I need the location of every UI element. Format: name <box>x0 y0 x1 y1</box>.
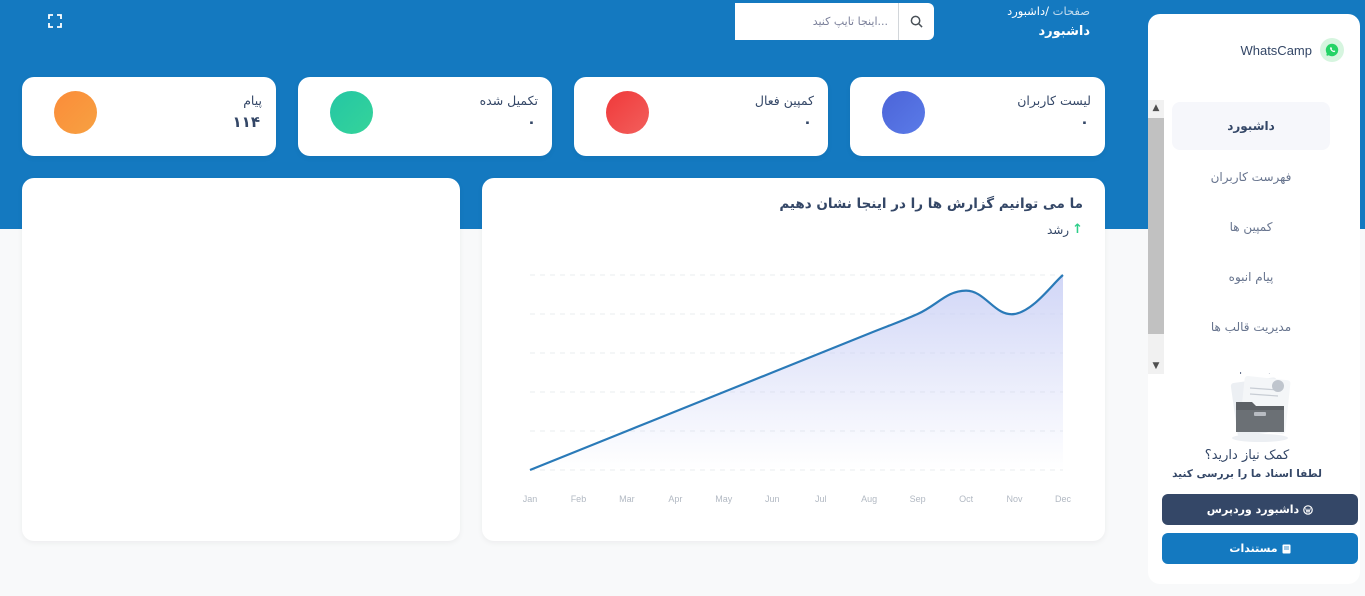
brand[interactable]: WhatsCamp <box>1240 38 1344 62</box>
folder-illustration-icon <box>1230 376 1291 442</box>
x-tick-label: Apr <box>668 494 682 504</box>
chart-card: ما می توانیم گزارش ها را در اینجا نشان د… <box>482 178 1105 541</box>
x-tick-label: Sep <box>910 494 926 504</box>
stat-icon <box>54 91 97 134</box>
fullscreen-icon[interactable] <box>48 14 62 28</box>
sidebar-item-campaigns[interactable]: کمپین ها <box>1172 202 1330 252</box>
documentation-button[interactable]: مستندات <box>1162 533 1358 564</box>
x-tick-label: Nov <box>1007 494 1024 504</box>
sidebar-nav: داشبورد فهرست کاربران کمپین ها پیام انبو… <box>1172 100 1330 374</box>
stat-label: کمپین فعال <box>754 93 814 108</box>
area-fill <box>530 275 1063 470</box>
stat-icon <box>330 91 373 134</box>
sidebar-scrollbar[interactable]: ▲ ▼ <box>1148 100 1164 374</box>
x-tick-label: Jul <box>815 494 827 504</box>
search-icon <box>910 15 923 28</box>
x-tick-label: Mar <box>619 494 635 504</box>
breadcrumb-parent[interactable]: صفحات <box>1053 4 1090 18</box>
stat-card-completed: تکمیل شده ۰ <box>298 77 552 156</box>
brand-name: WhatsCamp <box>1240 42 1312 58</box>
x-tick-label: Feb <box>571 494 587 504</box>
sidebar-item-bulk-message[interactable]: پیام انبوه <box>1172 252 1330 302</box>
wordpress-dashboard-label: داشبورد وردپرس <box>1206 503 1300 516</box>
x-tick-label: Oct <box>959 494 974 504</box>
breadcrumb-separator: / <box>1045 4 1049 18</box>
search-input[interactable] <box>735 3 898 40</box>
whatsapp-icon <box>1320 38 1344 62</box>
breadcrumb: صفحات /داشبورد <box>990 4 1090 18</box>
breadcrumb-current: داشبورد <box>1007 4 1046 18</box>
stat-label: تکمیل شده <box>479 93 538 108</box>
sidebar-item-dashboard[interactable]: داشبورد <box>1172 102 1330 150</box>
search-button[interactable] <box>898 3 934 40</box>
book-icon <box>1282 544 1291 553</box>
wordpress-dashboard-button[interactable]: داشبورد وردپرس <box>1162 494 1358 525</box>
stat-card-users: لیست کاربران ۰ <box>850 77 1105 156</box>
empty-card <box>22 178 460 541</box>
help-title: کمک نیاز دارید؟ <box>1204 448 1290 463</box>
stat-value: ۰ <box>1079 113 1089 131</box>
sidebar-item-templates[interactable]: مدیریت قالب ها <box>1172 302 1330 352</box>
sidebar-item-partial[interactable]: شخصیات <box>1172 352 1330 374</box>
x-tick-label: Aug <box>861 494 877 504</box>
stat-icon <box>606 91 649 134</box>
stat-icon <box>882 91 925 134</box>
stat-value: ۰ <box>526 113 536 131</box>
documentation-label: مستندات <box>1229 542 1278 555</box>
x-tick-label: May <box>715 494 733 504</box>
stat-card-active-campaigns: کمپین فعال ۰ <box>574 77 828 156</box>
scroll-up-icon[interactable]: ▲ <box>1148 100 1164 116</box>
x-tick-label: Jan <box>523 494 538 504</box>
search-bar <box>735 3 934 40</box>
stat-value: ۰ <box>802 113 812 131</box>
scrollbar-thumb[interactable] <box>1148 118 1164 334</box>
help-subtitle: لطفا اسناد ما را بررسی کنید <box>1172 468 1322 480</box>
wordpress-icon <box>1303 504 1314 515</box>
x-tick-label: Jun <box>765 494 780 504</box>
x-tick-label: Dec <box>1055 494 1072 504</box>
page-title: داشبورد <box>1038 24 1090 39</box>
stat-value: ۱۱۴ <box>232 113 260 131</box>
stat-label: پیام <box>243 93 262 108</box>
line-chart: Jan Feb Mar Apr May Jun Jul Aug Sep Oct Nov Dec <box>523 274 1072 504</box>
scroll-down-icon[interactable]: ▼ <box>1148 358 1164 374</box>
stat-label: لیست کاربران <box>1017 93 1091 108</box>
sidebar-item-user-list[interactable]: فهرست کاربران <box>1172 152 1330 202</box>
sidebar: WhatsCamp ▲ ▼ داشبورد فهرست کاربران کمپی… <box>1148 14 1360 584</box>
stat-card-messages: پیام ۱۱۴ <box>22 77 276 156</box>
